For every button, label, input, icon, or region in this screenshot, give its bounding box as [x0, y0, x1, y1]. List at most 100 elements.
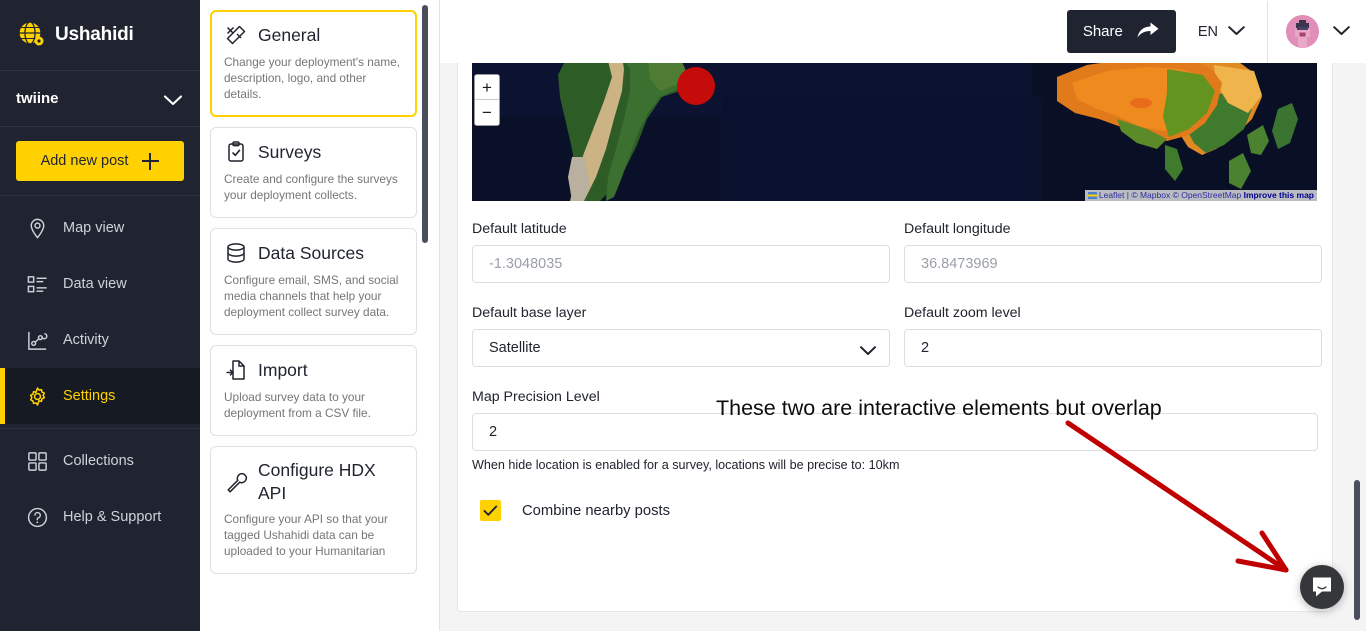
combine-nearby-posts-row: Combine nearby posts	[480, 500, 670, 521]
top-bar: Share EN	[440, 0, 1366, 63]
app-root: Ushahidi twiine Add new post Map view	[0, 0, 1366, 631]
sidebar-item-label: Settings	[63, 388, 115, 404]
sidebar-nav: Map view Data view Activity Settings	[0, 196, 200, 545]
chevron-down-icon	[164, 93, 182, 104]
plus-icon	[142, 153, 159, 170]
latitude-field-group: Default latitude	[472, 221, 890, 283]
settings-nav-scrollbar[interactable]	[422, 5, 428, 243]
zoom-level-field-group: Default zoom level	[904, 305, 1322, 367]
attribution-mapbox[interactable]: © Mapbox	[1131, 190, 1170, 200]
settings-card-header: Configure HDX API	[224, 459, 403, 504]
add-new-post-label: Add new post	[41, 153, 129, 169]
language-label: EN	[1198, 24, 1218, 40]
share-arrow-icon	[1136, 21, 1160, 43]
deployment-name: twiine	[16, 90, 59, 107]
deployment-switcher[interactable]: twiine	[0, 71, 200, 127]
settings-card-header: Import	[224, 358, 403, 382]
brand-header: Ushahidi	[0, 0, 200, 71]
precision-hint: When hide location is enabled for a surv…	[472, 458, 1318, 472]
settings-card-description: Configure email, SMS, and social media c…	[224, 272, 403, 320]
australia-landmass	[1017, 57, 1317, 201]
sidebar-item-help-support[interactable]: Help & Support	[0, 489, 200, 545]
zoom-level-label: Default zoom level	[904, 305, 1322, 321]
map-zoom-controls: + −	[474, 74, 500, 126]
ushahidi-globe-logo-icon	[16, 20, 46, 50]
avatar	[1286, 15, 1319, 48]
settings-card-surveys[interactable]: Surveys Create and configure the surveys…	[210, 127, 417, 218]
base-layer-select-wrap: Satellite Streets Hybrid Dark Matter	[472, 329, 890, 367]
add-new-post-button[interactable]: Add new post	[16, 141, 184, 181]
topbar-divider	[1267, 1, 1268, 63]
sidebar-item-settings[interactable]: Settings	[0, 368, 200, 424]
sidebar-item-label: Map view	[63, 220, 124, 236]
attribution-leaflet[interactable]: Leaflet	[1099, 190, 1125, 200]
settings-card-header: General	[224, 23, 403, 47]
map-zoom-out-button[interactable]: −	[475, 100, 499, 125]
settings-card-header: Data Sources	[224, 241, 403, 265]
sidebar-item-map-view[interactable]: Map view	[0, 200, 200, 256]
latitude-label: Default latitude	[472, 221, 890, 237]
pencil-ruler-icon	[224, 23, 248, 47]
sidebar-item-label: Data view	[63, 276, 127, 292]
map-attribution: Leaflet | © Mapbox © OpenStreetMap Impro…	[1085, 190, 1317, 201]
sidebar-item-activity[interactable]: Activity	[0, 312, 200, 368]
page-scrollbar[interactable]	[1354, 480, 1360, 620]
general-settings-card: Leaflet | © Mapbox © OpenStreetMap Impro…	[457, 0, 1333, 612]
settings-card-description: Change your deployment's name, descripti…	[224, 54, 403, 102]
activity-chart-icon	[26, 329, 49, 352]
question-circle-icon	[26, 506, 49, 529]
gear-icon	[26, 385, 49, 408]
chevron-down-icon	[1228, 23, 1245, 41]
attribution-osm[interactable]: © OpenStreetMap	[1173, 190, 1242, 200]
sidebar-item-label: Collections	[63, 453, 134, 469]
general-settings-body: Leaflet | © Mapbox © OpenStreetMap Impro…	[458, 1, 1332, 611]
chevron-down-icon	[1333, 23, 1350, 41]
list-view-icon	[26, 273, 49, 296]
base-layer-select[interactable]: Satellite Streets Hybrid Dark Matter	[472, 329, 890, 367]
settings-card-header: Surveys	[224, 140, 403, 164]
attribution-improve-link[interactable]: Improve this map	[1244, 190, 1314, 200]
left-sidebar: Ushahidi twiine Add new post Map view	[0, 0, 200, 631]
intercom-chat-button[interactable]	[1300, 565, 1344, 609]
settings-card-configure-hdx-api[interactable]: Configure HDX API Configure your API so …	[210, 446, 417, 574]
settings-card-title: Configure HDX API	[258, 459, 403, 504]
combine-nearby-posts-checkbox[interactable]	[480, 500, 501, 521]
sidebar-divider	[0, 428, 200, 429]
settings-card-title: Surveys	[258, 141, 321, 163]
base-layer-field-group: Default base layer Satellite Streets Hyb…	[472, 305, 890, 367]
database-icon	[224, 241, 248, 265]
zoom-level-input[interactable]	[904, 329, 1322, 367]
longitude-label: Default longitude	[904, 221, 1322, 237]
settings-card-description: Configure your API so that your tagged U…	[224, 511, 403, 559]
map-pin-icon	[26, 217, 49, 240]
sidebar-item-label: Activity	[63, 332, 109, 348]
main-area: Leaflet | © Mapbox © OpenStreetMap Impro…	[440, 0, 1366, 631]
share-label: Share	[1083, 23, 1123, 40]
settings-card-title: General	[258, 24, 320, 46]
file-import-icon	[224, 358, 248, 382]
settings-card-import[interactable]: Import Upload survey data to your deploy…	[210, 345, 417, 436]
settings-card-title: Data Sources	[258, 242, 364, 264]
add-post-section: Add new post	[0, 127, 200, 196]
map-zoom-in-button[interactable]: +	[475, 75, 499, 100]
share-button[interactable]: Share	[1067, 10, 1176, 53]
base-layer-label: Default base layer	[472, 305, 890, 321]
combine-nearby-posts-label: Combine nearby posts	[522, 503, 670, 519]
map-marker[interactable]	[677, 67, 715, 105]
settings-card-description: Upload survey data to your deployment fr…	[224, 389, 403, 421]
user-avatar-icon	[1286, 15, 1319, 48]
map-preview[interactable]: Leaflet | © Mapbox © OpenStreetMap Impro…	[472, 57, 1317, 201]
sidebar-item-collections[interactable]: Collections	[0, 433, 200, 489]
longitude-input[interactable]	[904, 245, 1322, 283]
settings-card-data-sources[interactable]: Data Sources Configure email, SMS, and s…	[210, 228, 417, 335]
settings-card-general[interactable]: General Change your deployment's name, d…	[210, 10, 417, 117]
leaflet-flag-icon	[1088, 192, 1097, 199]
brand-name: Ushahidi	[55, 24, 134, 46]
longitude-field-group: Default longitude	[904, 221, 1322, 283]
settings-nav-panel: General Change your deployment's name, d…	[200, 0, 440, 631]
account-menu[interactable]	[1286, 15, 1350, 48]
annotation-text: These two are interactive elements but o…	[716, 396, 1162, 421]
language-selector[interactable]: EN	[1198, 23, 1245, 41]
sidebar-item-data-view[interactable]: Data view	[0, 256, 200, 312]
latitude-input[interactable]	[472, 245, 890, 283]
